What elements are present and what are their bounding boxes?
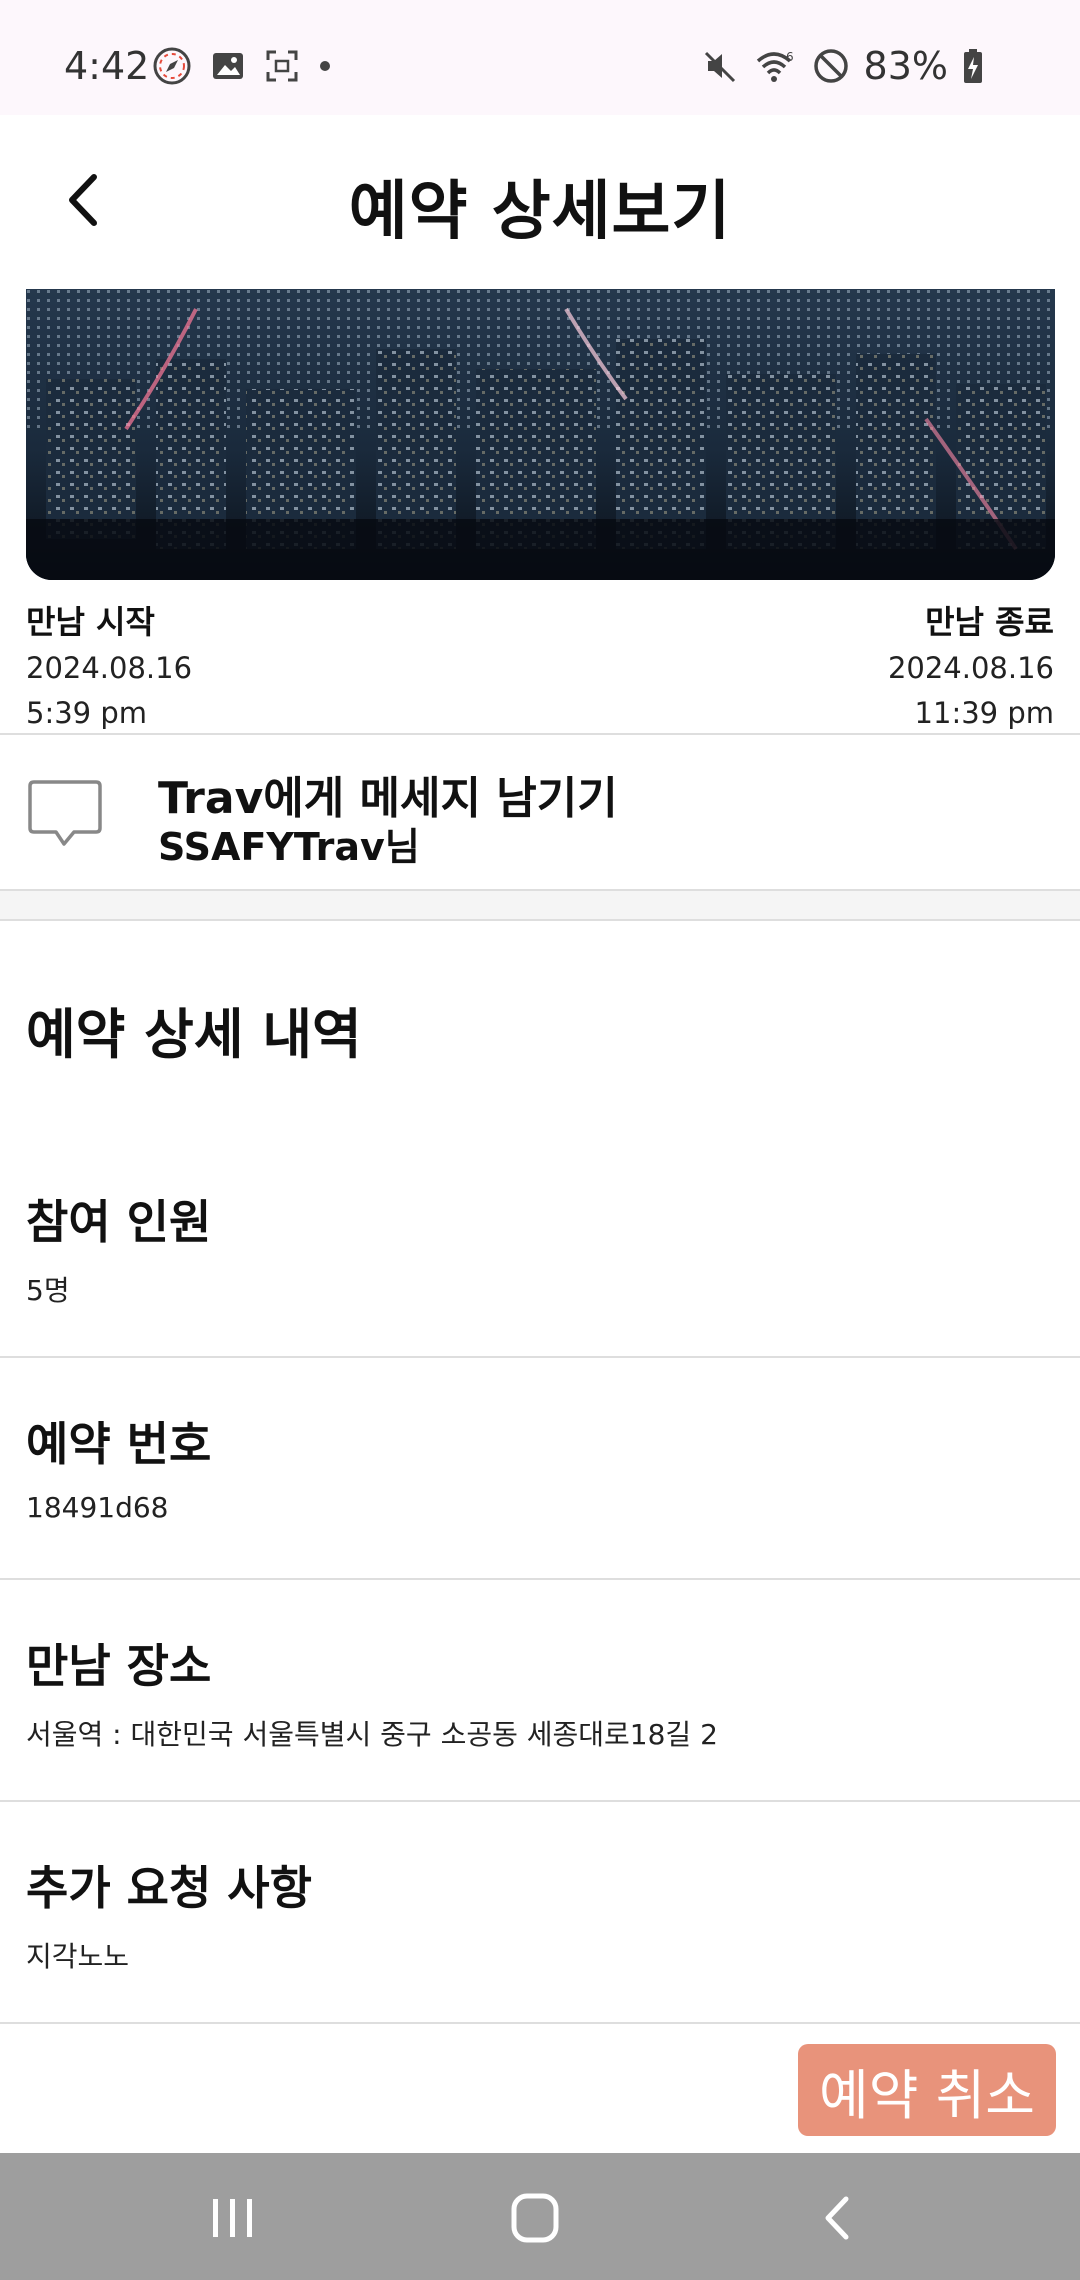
status-time: 4:42 xyxy=(64,44,150,88)
dnd-icon xyxy=(813,49,848,83)
dot-icon xyxy=(320,61,330,71)
divider xyxy=(0,1800,1080,1802)
meeting-start-date: 2024.08.16 xyxy=(26,651,193,685)
detail-label: 예약 번호 xyxy=(26,1417,212,1471)
city-night-image xyxy=(26,289,1055,580)
status-bar: 4:42 6 83% xyxy=(0,0,1080,115)
screenshot-icon xyxy=(266,50,298,82)
back-icon[interactable] xyxy=(808,2191,868,2245)
detail-value: 지각노노 xyxy=(26,1940,130,1973)
chat-bubble-icon xyxy=(28,780,102,846)
compass-icon xyxy=(153,47,191,85)
svg-text:6: 6 xyxy=(786,50,794,64)
meeting-start-time: 5:39 pm xyxy=(26,696,147,730)
cancel-reservation-button[interactable]: 예약 취소 xyxy=(798,2044,1056,2136)
page-title: 예약 상세보기 xyxy=(348,175,732,249)
mute-icon xyxy=(704,51,735,83)
meeting-end-time: 11:39 pm xyxy=(914,696,1054,730)
meeting-start-label: 만남 시작 xyxy=(26,603,155,641)
detail-value: 5명 xyxy=(26,1274,70,1307)
section-separator xyxy=(0,891,1080,921)
detail-label: 참여 인원 xyxy=(26,1195,212,1249)
hero-image xyxy=(26,289,1055,580)
message-subtitle: SSAFYTrav님 xyxy=(158,825,420,869)
battery-charging-icon xyxy=(964,49,982,83)
battery-percent: 83% xyxy=(863,44,948,88)
divider xyxy=(0,1356,1080,1358)
image-icon xyxy=(213,53,243,79)
app-header: 예약 상세보기 xyxy=(0,115,1080,285)
status-right-icons: 6 83% xyxy=(702,44,984,88)
divider xyxy=(0,1578,1080,1580)
recent-apps-icon[interactable] xyxy=(203,2191,263,2245)
system-nav-bar xyxy=(0,2153,1080,2280)
divider xyxy=(0,2022,1080,2024)
message-host-row[interactable]: Trav에게 메세지 남기기 SSAFYTrav님 xyxy=(0,734,1080,889)
meeting-end-label: 만남 종료 xyxy=(925,603,1054,641)
home-icon[interactable] xyxy=(505,2191,565,2245)
detail-label: 추가 요청 사항 xyxy=(26,1861,312,1915)
detail-value: 서울역 : 대한민국 서울특별시 중구 소공동 세종대로18길 2 xyxy=(26,1718,718,1751)
status-left-icons xyxy=(152,46,332,86)
wifi-icon: 6 xyxy=(756,50,794,82)
details-section-title: 예약 상세 내역 xyxy=(26,1003,362,1066)
meeting-end-date: 2024.08.16 xyxy=(887,651,1054,685)
detail-label: 만남 장소 xyxy=(26,1639,212,1693)
detail-value: 18491d68 xyxy=(26,1491,169,1524)
